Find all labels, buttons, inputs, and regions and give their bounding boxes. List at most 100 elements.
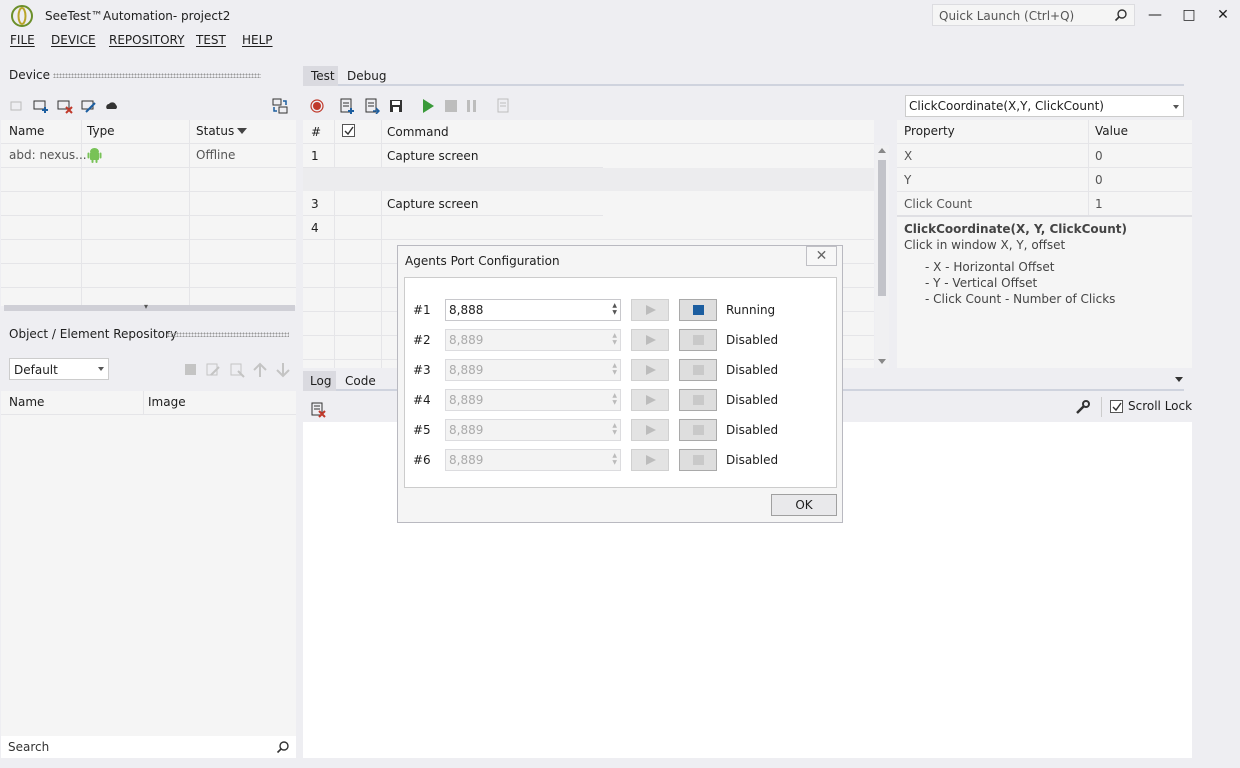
menu-file[interactable]: FILE <box>10 33 35 47</box>
delete-device-icon[interactable] <box>57 98 73 114</box>
agent-stop-button[interactable] <box>679 299 717 321</box>
play-icon[interactable] <box>420 98 436 114</box>
cmd-row-number[interactable]: 3 <box>311 197 319 211</box>
arrow-up-icon[interactable] <box>252 362 268 378</box>
quick-launch-placeholder: Quick Launch (Ctrl+Q) <box>939 9 1075 23</box>
menu-help[interactable]: HELP <box>242 33 273 47</box>
tab-debug-label: Debug <box>347 69 387 83</box>
clear-log-icon[interactable] <box>311 402 327 418</box>
prop-value[interactable]: 0 <box>1095 173 1103 187</box>
new-test-icon[interactable] <box>339 98 355 114</box>
sort-desc-icon[interactable] <box>237 128 247 134</box>
agent-stop-button[interactable] <box>679 359 717 381</box>
agent-start-button[interactable] <box>631 419 669 441</box>
dialog-close-button[interactable]: ✕ <box>806 246 837 266</box>
arrow-down-icon[interactable] <box>275 362 291 378</box>
help-title: ClickCoordinate(X, Y, ClickCount) <box>904 222 1127 236</box>
agent-port-value: 8,889 <box>449 453 484 467</box>
agent-start-button[interactable] <box>631 449 669 471</box>
spin-arrows-icon[interactable]: ▲ ▼ <box>612 392 617 406</box>
wrench-icon[interactable] <box>1075 399 1091 415</box>
spin-arrows-icon[interactable]: ▲ ▼ <box>612 332 617 346</box>
prop-value[interactable]: 1 <box>1095 197 1103 211</box>
tab-debug[interactable]: Debug <box>340 66 390 86</box>
spin-arrows-icon[interactable]: ▲ ▼ <box>612 362 617 376</box>
maximize-button[interactable]: □ <box>1179 5 1199 25</box>
device-remove-disabled-icon[interactable] <box>9 98 25 114</box>
cmd-row-number[interactable]: 1 <box>311 149 319 163</box>
chevron-down-icon[interactable] <box>1175 377 1183 382</box>
agent-start-button[interactable] <box>631 389 669 411</box>
swap-devices-icon[interactable] <box>272 98 288 114</box>
select-all-checkbox[interactable] <box>342 124 355 137</box>
prop-name: Click Count <box>904 197 973 211</box>
device-row[interactable]: abd: nexus... Offline <box>1 144 296 167</box>
toolbar-divider <box>1101 397 1102 417</box>
prop-value[interactable]: 0 <box>1095 149 1103 163</box>
agent-start-button[interactable] <box>631 299 669 321</box>
menu-repository[interactable]: REPOSITORY <box>109 33 184 47</box>
agent-stop-button[interactable] <box>679 419 717 441</box>
scroll-thumb[interactable] <box>878 160 886 296</box>
device-status: Offline <box>196 148 236 162</box>
save-icon[interactable] <box>388 98 404 114</box>
ok-button[interactable]: OK <box>771 494 837 516</box>
agent-port-input[interactable]: 8,889 ▲ ▼ <box>445 419 621 441</box>
save-disabled-icon[interactable] <box>183 362 199 378</box>
scroll-lock-label[interactable]: Scroll Lock <box>1128 399 1192 413</box>
repo-col-name[interactable]: Name <box>9 395 44 409</box>
search-icon[interactable] <box>1114 8 1128 25</box>
repo-panel-title: Object / Element Repository <box>9 327 178 341</box>
agent-port-input[interactable]: 8,889 ▲ ▼ <box>445 389 621 411</box>
spin-arrows-icon[interactable]: ▲ ▼ <box>612 302 617 316</box>
tab-code[interactable]: Code <box>338 371 382 391</box>
stop-icon[interactable] <box>443 98 459 114</box>
cmd-row-command[interactable]: Capture screen <box>387 149 478 163</box>
command-select-value: ClickCoordinate(X,Y, ClickCount) <box>909 99 1104 113</box>
agent-port-input[interactable]: 8,889 ▲ ▼ <box>445 359 621 381</box>
minimize-button[interactable]: — <box>1145 5 1165 25</box>
agent-stop-button[interactable] <box>679 329 717 351</box>
scroll-up-icon[interactable] <box>878 148 886 153</box>
agent-stop-button[interactable] <box>679 449 717 471</box>
delete-disabled-icon[interactable] <box>229 362 245 378</box>
agent-port-input[interactable]: 8,889 ▲ ▼ <box>445 449 621 471</box>
agent-port-input[interactable]: 8,888 ▲ ▼ <box>445 299 621 321</box>
cmd-row-command[interactable]: Capture screen <box>387 197 478 211</box>
edit-device-icon[interactable] <box>81 98 97 114</box>
record-icon[interactable] <box>309 98 325 114</box>
scroll-lock-checkbox[interactable] <box>1110 400 1123 413</box>
spin-arrows-icon[interactable]: ▲ ▼ <box>612 452 617 466</box>
device-col-type[interactable]: Type <box>87 124 115 138</box>
menu-test[interactable]: TEST <box>196 33 226 47</box>
menu-device[interactable]: DEVICE <box>51 33 96 47</box>
cmd-row-number[interactable]: 4 <box>311 221 319 235</box>
scroll-down-icon[interactable] <box>878 359 886 364</box>
repo-col-image[interactable]: Image <box>148 395 186 409</box>
edit-disabled-icon[interactable] <box>205 362 221 378</box>
tab-test-label: Test <box>311 69 335 83</box>
agent-label: #2 <box>413 333 431 347</box>
search-icon[interactable] <box>276 740 290 757</box>
tab-log[interactable]: Log <box>303 371 336 391</box>
repo-dropdown[interactable]: Default <box>9 358 109 380</box>
device-col-name[interactable]: Name <box>9 124 44 138</box>
spin-arrows-icon[interactable]: ▲ ▼ <box>612 422 617 436</box>
agent-port-input[interactable]: 8,889 ▲ ▼ <box>445 329 621 351</box>
command-scrollbar[interactable] <box>875 145 889 368</box>
cloud-icon[interactable] <box>104 98 120 114</box>
agent-start-button[interactable] <box>631 359 669 381</box>
report-icon[interactable] <box>495 98 511 114</box>
pause-icon[interactable] <box>464 98 480 114</box>
tab-test[interactable]: Test <box>303 66 338 86</box>
repo-search-input[interactable]: Search <box>1 736 296 758</box>
close-window-button[interactable]: ✕ <box>1213 5 1233 25</box>
add-device-icon[interactable] <box>33 98 49 114</box>
agent-stop-button[interactable] <box>679 389 717 411</box>
command-select[interactable]: ClickCoordinate(X,Y, ClickCount) <box>905 95 1184 117</box>
panel-splitter[interactable]: ▾ <box>4 302 295 311</box>
agent-start-button[interactable] <box>631 329 669 351</box>
quick-launch-input[interactable]: Quick Launch (Ctrl+Q) <box>932 4 1135 26</box>
open-test-icon[interactable] <box>364 98 381 115</box>
device-col-status[interactable]: Status <box>196 124 234 138</box>
